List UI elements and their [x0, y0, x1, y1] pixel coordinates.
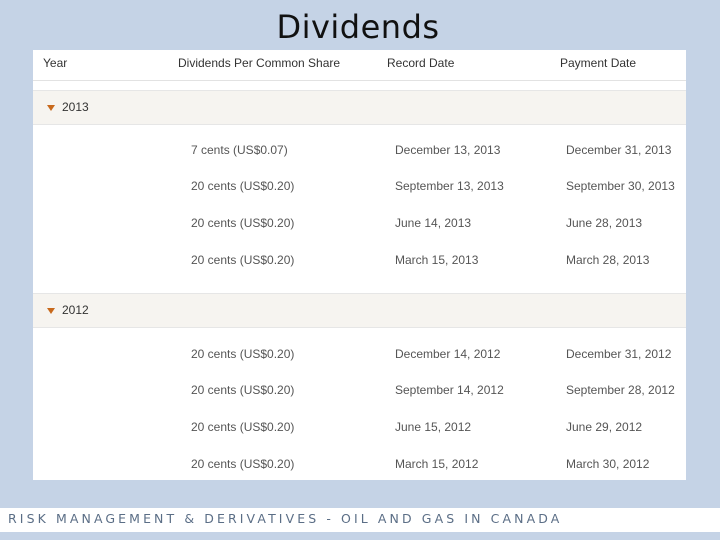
- payment-date-cell: June 28, 2013: [566, 216, 643, 230]
- dividend-cell: 20 cents (US$0.20): [191, 216, 295, 230]
- record-date-cell: September 14, 2012: [395, 383, 504, 397]
- record-date-cell: June 14, 2013: [395, 216, 472, 230]
- year-group-2012[interactable]: 2012: [33, 293, 686, 328]
- dividend-cell: 7 cents (US$0.07): [191, 143, 288, 157]
- dividend-cell: 20 cents (US$0.20): [191, 420, 295, 434]
- record-date-cell: December 14, 2012: [395, 347, 501, 361]
- slide-title: Dividends: [276, 8, 440, 46]
- dividend-cell: 20 cents (US$0.20): [191, 383, 295, 397]
- year-group-2013[interactable]: 2013: [33, 90, 686, 125]
- year-label: 2012: [62, 303, 89, 317]
- table-header: Year Dividends Per Common Share Record D…: [33, 50, 686, 81]
- table-row: 20 cents (US$0.20) September 13, 2013 Se…: [33, 177, 686, 197]
- table-row: 20 cents (US$0.20) December 14, 2012 Dec…: [33, 345, 686, 365]
- table-row: 20 cents (US$0.20) March 15, 2012 March …: [33, 455, 686, 475]
- expand-triangle-icon[interactable]: [47, 105, 55, 111]
- table-row: 7 cents (US$0.07) December 13, 2013 Dece…: [33, 141, 686, 161]
- record-date-cell: March 15, 2013: [395, 253, 479, 267]
- record-date-cell: December 13, 2013: [395, 143, 501, 157]
- header-year[interactable]: Year: [43, 56, 67, 70]
- dividend-cell: 20 cents (US$0.20): [191, 347, 295, 361]
- year-label: 2013: [62, 100, 89, 114]
- table-row: 20 cents (US$0.20) June 14, 2013 June 28…: [33, 214, 686, 234]
- header-record-date[interactable]: Record Date: [387, 56, 454, 70]
- record-date-cell: June 15, 2012: [395, 420, 472, 434]
- footer-text: RISK MANAGEMENT & DERIVATIVES - OIL AND …: [8, 511, 563, 526]
- record-date-cell: September 13, 2013: [395, 179, 504, 193]
- header-dividend[interactable]: Dividends Per Common Share: [178, 56, 340, 70]
- payment-date-cell: June 29, 2012: [566, 420, 643, 434]
- payment-date-cell: March 30, 2012: [566, 457, 650, 471]
- payment-date-cell: December 31, 2012: [566, 347, 672, 361]
- table-row: 20 cents (US$0.20) September 14, 2012 Se…: [33, 381, 686, 401]
- dividend-cell: 20 cents (US$0.20): [191, 457, 295, 471]
- header-payment-date[interactable]: Payment Date: [560, 56, 636, 70]
- dividends-table: Year Dividends Per Common Share Record D…: [33, 50, 686, 480]
- footer-bar: RISK MANAGEMENT & DERIVATIVES - OIL AND …: [0, 508, 720, 532]
- payment-date-cell: September 28, 2012: [566, 383, 675, 397]
- payment-date-cell: December 31, 2013: [566, 143, 672, 157]
- table-row: 20 cents (US$0.20) June 15, 2012 June 29…: [33, 418, 686, 438]
- payment-date-cell: March 28, 2013: [566, 253, 650, 267]
- record-date-cell: March 15, 2012: [395, 457, 479, 471]
- dividend-cell: 20 cents (US$0.20): [191, 179, 295, 193]
- dividend-cell: 20 cents (US$0.20): [191, 253, 295, 267]
- table-row: 20 cents (US$0.20) March 15, 2013 March …: [33, 251, 686, 271]
- payment-date-cell: September 30, 2013: [566, 179, 675, 193]
- expand-triangle-icon[interactable]: [47, 308, 55, 314]
